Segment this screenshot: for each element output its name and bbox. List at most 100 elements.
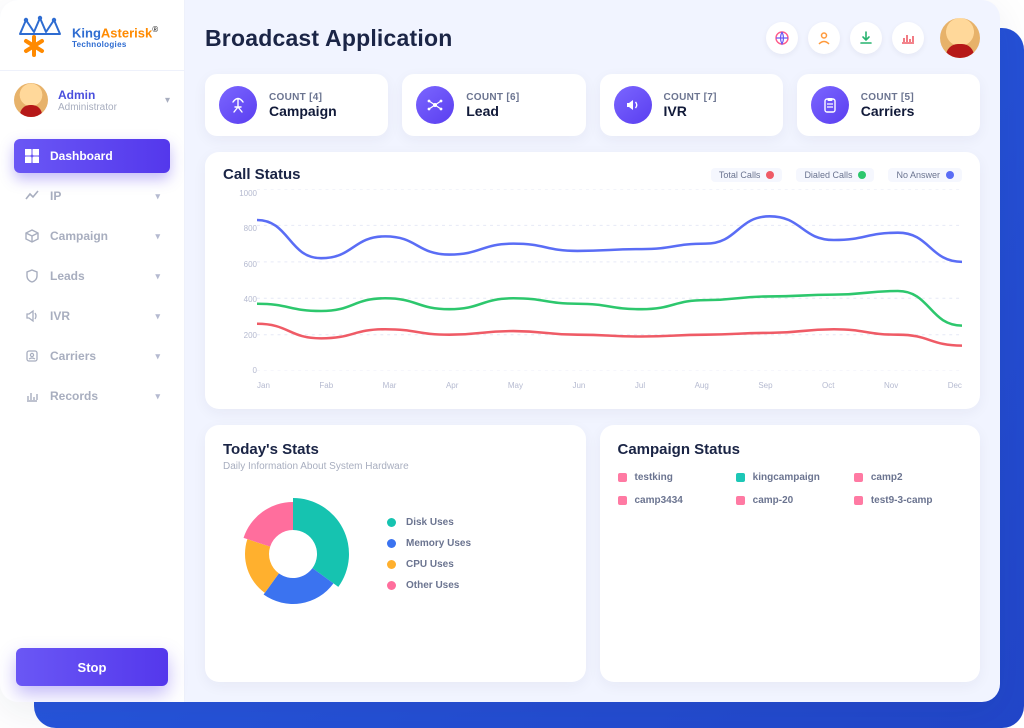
nav-label: Leads: [50, 269, 85, 283]
sidebar-item-ivr[interactable]: IVR ▾: [14, 299, 170, 333]
campaign-label: kingcampaign: [753, 472, 820, 483]
sidebar-item-dashboard[interactable]: Dashboard: [14, 139, 170, 173]
trend-icon: [24, 188, 40, 204]
main: Broadcast Application COUNT [4]Campaign: [185, 0, 1000, 702]
legend-label: No Answer: [896, 170, 940, 180]
chevron-down-icon: ▾: [165, 95, 170, 106]
square-icon: [854, 473, 863, 482]
dot-icon: [858, 171, 866, 179]
campaign-item: camp-20: [736, 495, 844, 506]
nav-label: Carriers: [50, 349, 96, 363]
stat-count: COUNT [7]: [664, 92, 717, 103]
brand-name1: King: [72, 25, 101, 40]
box-icon: [24, 228, 40, 244]
sidebar-item-records[interactable]: Records ▾: [14, 379, 170, 413]
download-icon-button[interactable]: [850, 22, 882, 54]
nav-label: Campaign: [50, 229, 108, 243]
user-name: Admin: [58, 88, 117, 102]
dot-icon: [946, 171, 954, 179]
legend-item: Memory Uses: [387, 538, 471, 549]
page-title: Broadcast Application: [205, 25, 452, 52]
dot-icon: [387, 560, 396, 569]
chart-legend: Total Calls Dialed Calls No Answer: [711, 168, 962, 182]
dot-icon: [387, 518, 396, 527]
legend-label: Disk Uses: [406, 517, 454, 528]
legend-item: Dialed Calls: [796, 168, 874, 182]
dot-icon: [387, 581, 396, 590]
avatar-icon[interactable]: [940, 18, 980, 58]
chart-icon: [24, 388, 40, 404]
campaign-list: testkingkingcampaigncamp2camp3434camp-20…: [618, 472, 963, 506]
square-icon: [736, 473, 745, 482]
sidebar-item-carriers[interactable]: Carriers ▾: [14, 339, 170, 373]
square-icon: [854, 496, 863, 505]
chevron-down-icon: ▾: [155, 391, 160, 402]
campaign-status-panel: Campaign Status testking kingcampaign camp…: [600, 425, 981, 682]
line-chart: 10008006004002000 JanFabMarAprMayJunJulA…: [223, 189, 962, 399]
stat-label: IVR: [664, 103, 717, 119]
stat-card-ivr[interactable]: COUNT [7]IVR: [600, 74, 783, 136]
campaign-label: test9-3-camp: [871, 495, 933, 506]
sound-icon: [614, 86, 652, 124]
campaign-item: testking: [618, 472, 726, 483]
legend-label: Dialed Calls: [804, 170, 852, 180]
stat-label: Lead: [466, 103, 519, 119]
sidebar-item-ip[interactable]: IP ▾: [14, 179, 170, 213]
legend-item: Disk Uses: [387, 517, 471, 528]
sidebar-item-leads[interactable]: Leads ▾: [14, 259, 170, 293]
sidebar-item-campaign[interactable]: Campaign ▾: [14, 219, 170, 253]
panel-title: Campaign Status: [618, 441, 963, 458]
globe-icon-button[interactable]: [766, 22, 798, 54]
campaign-label: camp-20: [753, 495, 794, 506]
chevron-down-icon: ▾: [155, 351, 160, 362]
stat-count: COUNT [6]: [466, 92, 519, 103]
analytics-icon-button[interactable]: [892, 22, 924, 54]
app-shell: KingAsterisk® Technologies Admin Adminis…: [0, 0, 1000, 702]
stat-card-carriers[interactable]: COUNT [5]Carriers: [797, 74, 980, 136]
chevron-down-icon: ▾: [155, 231, 160, 242]
brand-logo-icon: [14, 14, 66, 58]
stat-card-campaign[interactable]: COUNT [4]Campaign: [205, 74, 388, 136]
campaign-label: camp2: [871, 472, 903, 483]
legend-label: CPU Uses: [406, 559, 454, 570]
brand: KingAsterisk® Technologies: [0, 0, 184, 71]
nav-label: IP: [50, 189, 61, 203]
dot-icon: [387, 539, 396, 548]
nav: Dashboard IP ▾ Campaign ▾ Leads ▾: [0, 129, 184, 413]
legend-item: Total Calls: [711, 168, 783, 182]
avatar-icon: [14, 83, 48, 117]
legend-label: Other Uses: [406, 580, 459, 591]
donut-legend: Disk Uses Memory Uses CPU Uses Other Uses: [387, 517, 471, 591]
header-actions: [766, 18, 980, 58]
nav-label: Records: [50, 389, 98, 403]
legend-item: Other Uses: [387, 580, 471, 591]
todays-stats-panel: Today's Stats Daily Information About Sy…: [205, 425, 586, 682]
sidebar: KingAsterisk® Technologies Admin Adminis…: [0, 0, 185, 702]
stat-count: COUNT [5]: [861, 92, 915, 103]
call-status-panel: Call Status Total Calls Dialed Calls No …: [205, 152, 980, 409]
user-role: Administrator: [58, 102, 117, 113]
square-icon: [618, 473, 627, 482]
stat-label: Campaign: [269, 103, 337, 119]
sound-icon: [24, 308, 40, 324]
brand-text: KingAsterisk® Technologies: [72, 25, 158, 49]
stat-card-lead[interactable]: COUNT [6]Lead: [402, 74, 585, 136]
campaign-item: test9-3-camp: [854, 495, 962, 506]
nav-label: IVR: [50, 309, 70, 323]
campaign-label: testking: [635, 472, 673, 483]
clipboard-icon: [811, 86, 849, 124]
grid-icon: [24, 148, 40, 164]
chevron-down-icon: ▾: [155, 191, 160, 202]
stop-button[interactable]: Stop: [16, 648, 168, 686]
legend-item: CPU Uses: [387, 559, 471, 570]
user-icon-button[interactable]: [808, 22, 840, 54]
legend-label: Total Calls: [719, 170, 761, 180]
contact-icon: [24, 348, 40, 364]
user-chip[interactable]: Admin Administrator ▾: [0, 71, 184, 129]
campaign-item: kingcampaign: [736, 472, 844, 483]
stat-label: Carriers: [861, 103, 915, 119]
broadcast-icon: [219, 86, 257, 124]
stat-cards: COUNT [4]Campaign COUNT [6]Lead COUNT [7…: [205, 74, 980, 136]
panel-title: Today's Stats: [223, 441, 568, 458]
chevron-down-icon: ▾: [155, 271, 160, 282]
